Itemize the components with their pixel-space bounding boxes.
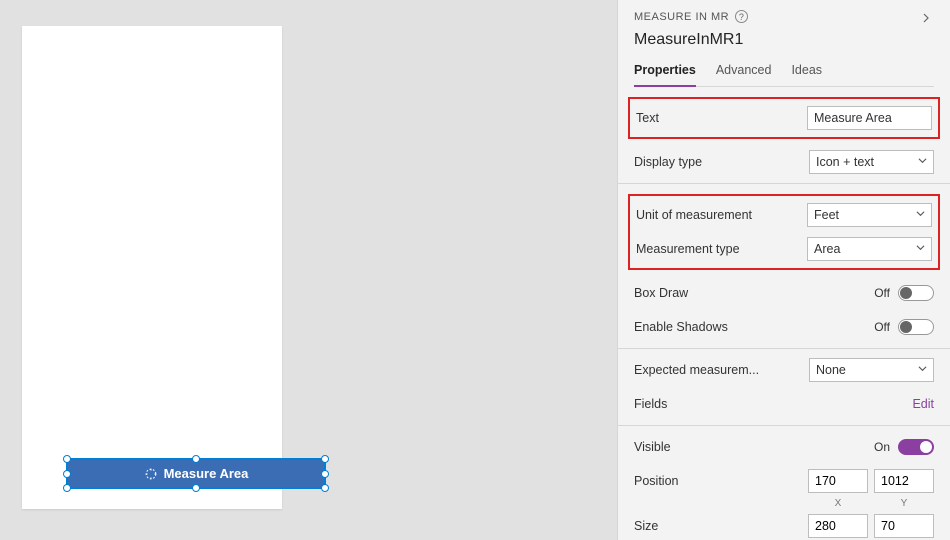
measurement-type-label: Measurement type <box>636 242 807 256</box>
visible-toggle[interactable] <box>898 439 934 455</box>
display-type-combo[interactable]: Icon + text <box>809 150 934 174</box>
chevron-down-icon <box>918 364 927 376</box>
position-x-sublabel: X <box>808 498 868 509</box>
shadows-state: Off <box>874 320 890 334</box>
chevron-down-icon <box>916 243 925 255</box>
position-y-input[interactable] <box>874 469 934 493</box>
control-type-label: MEASURE IN MR ? <box>634 10 934 23</box>
size-height-input[interactable] <box>874 514 934 538</box>
text-label: Text <box>636 111 807 125</box>
expected-label: Expected measurem... <box>634 363 809 377</box>
position-label: Position <box>634 474 808 488</box>
resize-handle-tc[interactable] <box>192 455 200 463</box>
box-draw-toggle[interactable] <box>898 285 934 301</box>
resize-handle-tr[interactable] <box>321 455 329 463</box>
resize-handle-mr[interactable] <box>321 470 329 478</box>
size-label: Size <box>634 519 808 533</box>
resize-handle-ml[interactable] <box>63 470 71 478</box>
resize-handle-tl[interactable] <box>63 455 71 463</box>
chevron-down-icon <box>916 209 925 221</box>
phone-screen: Measure Area <box>22 26 282 509</box>
resize-handle-bc[interactable] <box>192 484 200 492</box>
fields-label: Fields <box>634 397 809 411</box>
measurement-type-combo[interactable]: Area <box>807 237 932 261</box>
tab-properties[interactable]: Properties <box>634 63 696 87</box>
properties-panel: MEASURE IN MR ? MeasureInMR1 Properties … <box>617 0 950 540</box>
measure-icon <box>144 467 158 481</box>
expected-combo[interactable]: None <box>809 358 934 382</box>
unit-combo[interactable]: Feet <box>807 203 932 227</box>
visible-state: On <box>874 440 890 454</box>
position-x-input[interactable] <box>808 469 868 493</box>
shadows-toggle[interactable] <box>898 319 934 335</box>
measure-button-label: Measure Area <box>164 466 249 481</box>
resize-handle-bl[interactable] <box>63 484 71 492</box>
box-draw-label: Box Draw <box>634 286 809 300</box>
size-width-input[interactable] <box>808 514 868 538</box>
shadows-label: Enable Shadows <box>634 320 809 334</box>
display-type-label: Display type <box>634 155 809 169</box>
chevron-right-icon[interactable] <box>920 12 932 27</box>
position-y-sublabel: Y <box>874 498 934 509</box>
highlight-measurement: Unit of measurement Feet Measurement typ… <box>628 194 940 270</box>
measure-area-control[interactable]: Measure Area <box>66 458 326 489</box>
tab-advanced[interactable]: Advanced <box>716 63 772 86</box>
visible-label: Visible <box>634 440 809 454</box>
resize-handle-br[interactable] <box>321 484 329 492</box>
text-input[interactable] <box>807 106 932 130</box>
unit-label: Unit of measurement <box>636 208 807 222</box>
canvas-area[interactable]: Measure Area <box>0 0 617 540</box>
help-icon[interactable]: ? <box>735 10 748 23</box>
fields-edit-link[interactable]: Edit <box>809 397 934 411</box>
control-name: MeasureInMR1 <box>634 31 934 49</box>
tab-ideas[interactable]: Ideas <box>791 63 822 86</box>
highlight-text: Text <box>628 97 940 139</box>
box-draw-state: Off <box>874 286 890 300</box>
chevron-down-icon <box>918 156 927 168</box>
